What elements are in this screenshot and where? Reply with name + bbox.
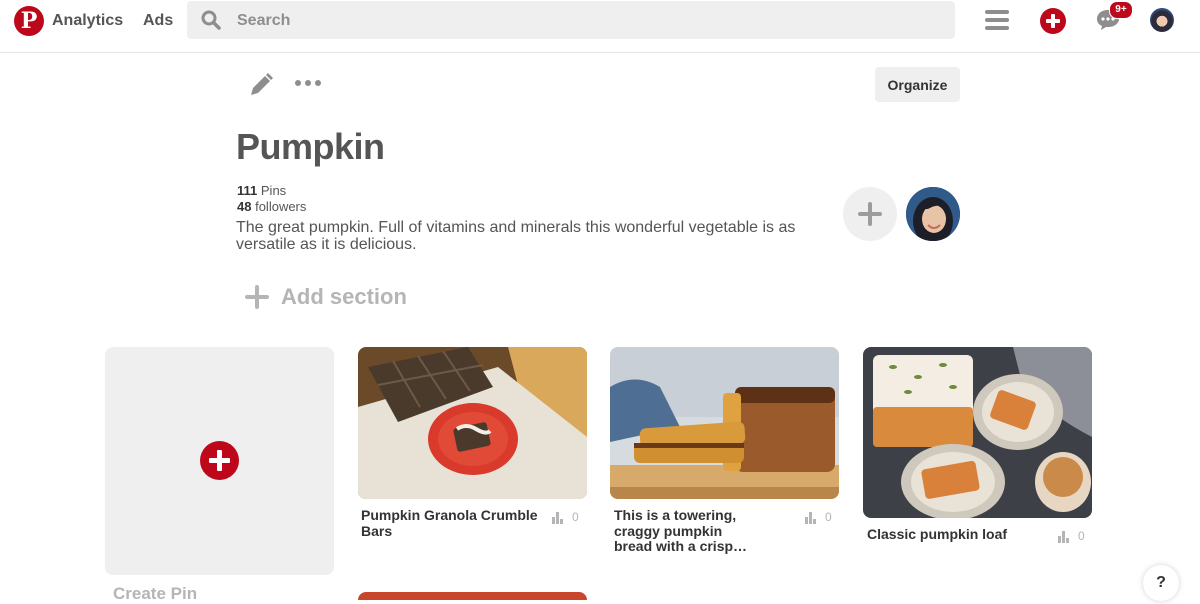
pin-title[interactable]: This is a towering, craggy pumpkin bread… [614,507,754,555]
pinterest-logo[interactable]: P [14,6,44,36]
search-icon [201,10,221,30]
pin-image-granola-bars[interactable] [358,347,587,499]
profile-avatar[interactable] [1150,8,1174,32]
pins-count: 111 Pins [237,183,286,198]
nav-ads-link[interactable]: Ads [143,12,173,30]
create-pin-label[interactable]: Create Pin [113,584,197,604]
pin-stats[interactable]: 0 [552,510,579,524]
followers-count-label: followers [255,199,307,214]
pin-image-partial[interactable] [358,592,587,600]
add-pin-icon[interactable] [1040,8,1066,34]
search-input[interactable]: Search [237,12,290,30]
pin-image-pumpkin-bread[interactable] [610,347,839,499]
pin-image-pumpkin-loaf[interactable] [863,347,1092,518]
board-description: The great pumpkin. Full of vitamins and … [236,219,796,253]
add-collaborator-button[interactable] [843,187,897,241]
followers-count-value: 48 [237,199,252,214]
pin-title[interactable]: Pumpkin Granola Crumble Bars [361,507,541,539]
analytics-bars-icon [1058,531,1070,543]
add-section-label: Add section [281,284,407,309]
top-navigation-bar: P Analytics Ads Search 9+ [0,0,1200,53]
pin-stat-value: 0 [572,510,579,524]
logo-letter: P [20,8,38,34]
create-pin-plus-icon[interactable] [200,441,239,480]
pin-stat-value: 0 [1078,529,1085,543]
analytics-bars-icon [805,512,817,524]
analytics-bars-icon [552,512,564,524]
menu-icon[interactable] [985,10,1009,30]
help-button[interactable]: ? [1143,565,1179,601]
pin-stat-value: 0 [825,510,832,524]
add-section-button[interactable]: Add section [245,283,407,311]
notification-badge: 9+ [1109,1,1133,19]
pin-stats[interactable]: 0 [805,510,832,524]
more-options-icon[interactable] [295,80,321,88]
edit-pencil-icon[interactable] [248,72,274,98]
board-title: Pumpkin [236,126,385,167]
organize-button[interactable]: Organize [875,67,960,102]
pins-count-value: 111 [237,183,258,198]
board-owner-avatar[interactable] [906,187,960,241]
pins-count-label: Pins [260,183,287,198]
pin-title[interactable]: Classic pumpkin loaf [867,526,1047,543]
search-bar[interactable]: Search [187,1,955,39]
plus-icon [245,285,269,309]
nav-analytics-link[interactable]: Analytics [52,12,123,30]
followers-count[interactable]: 48 followers [237,199,306,214]
pin-stats[interactable]: 0 [1058,529,1085,543]
